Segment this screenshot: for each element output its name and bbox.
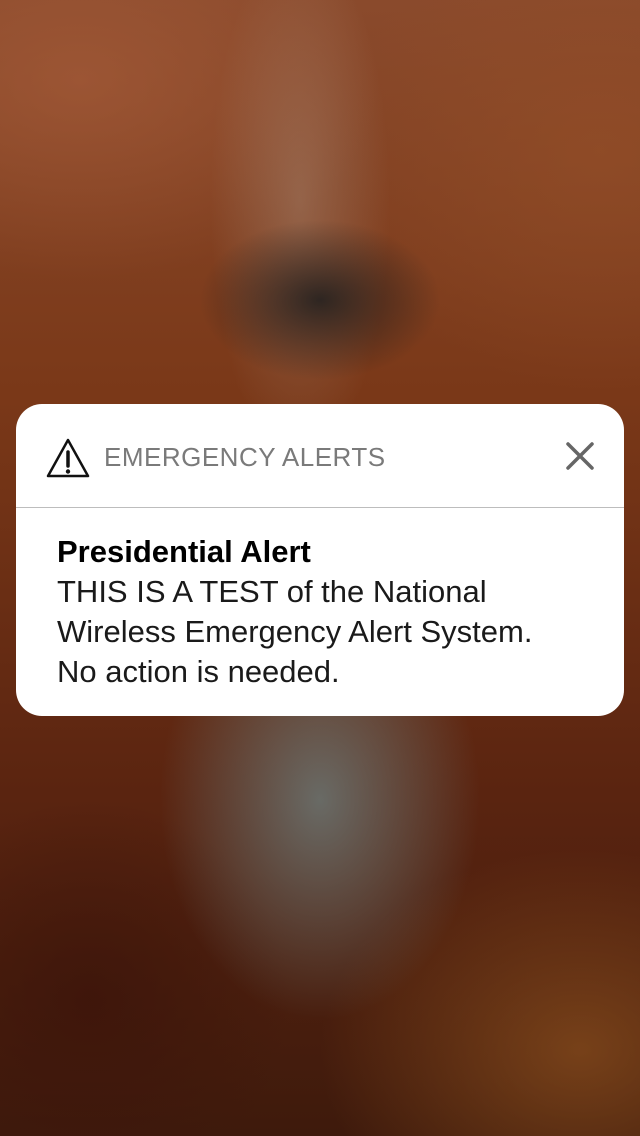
emergency-alert-notification[interactable]: EMERGENCY ALERTS Presidential Alert THIS… bbox=[16, 404, 624, 716]
notification-body: Presidential Alert THIS IS A TEST of the… bbox=[57, 532, 597, 692]
alert-message-line: Wireless Emergency Alert System. bbox=[57, 614, 533, 649]
close-icon[interactable] bbox=[560, 436, 600, 476]
notification-header: EMERGENCY ALERTS bbox=[16, 404, 624, 508]
alert-title: Presidential Alert bbox=[57, 534, 311, 569]
alert-message-line: No action is needed. bbox=[57, 654, 340, 689]
app-name-label: EMERGENCY ALERTS bbox=[104, 442, 386, 472]
alert-message: THIS IS A TEST of the National Wireless … bbox=[57, 572, 597, 692]
alert-message-line: THIS IS A TEST of the National bbox=[57, 574, 487, 609]
warning-triangle-icon bbox=[46, 438, 90, 478]
